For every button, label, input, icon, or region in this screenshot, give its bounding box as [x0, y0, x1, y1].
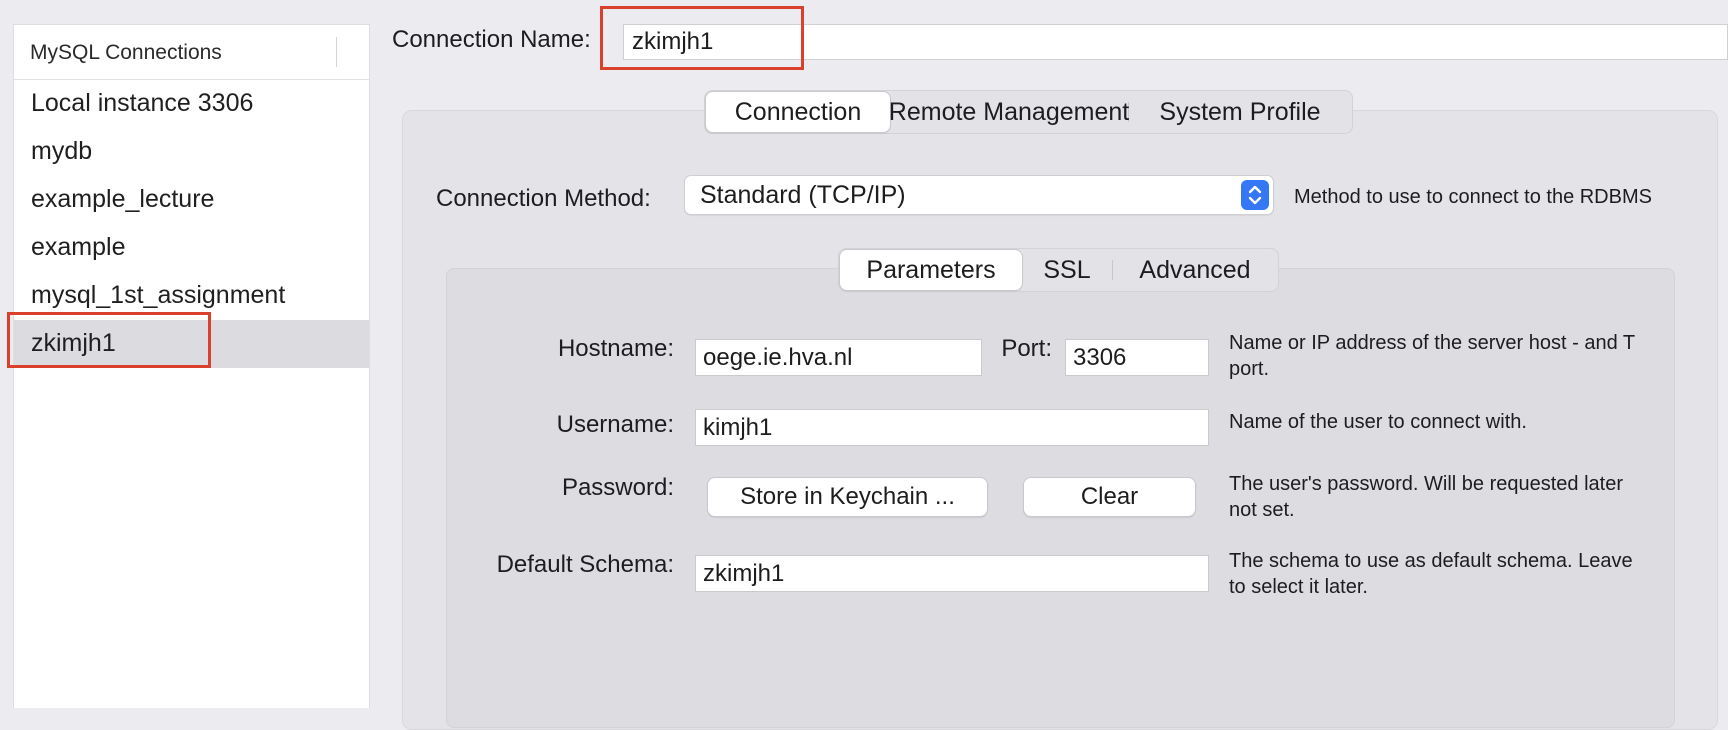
connection-name-input[interactable] — [623, 24, 1728, 60]
sidebar-header: MySQL Connections — [14, 25, 369, 80]
connection-name-label: Connection Name: — [392, 26, 591, 53]
connection-method-label: Connection Method: — [436, 185, 651, 212]
username-help: Name of the user to connect with. — [1229, 411, 1527, 433]
help-line: The user's password. Will be requested l… — [1229, 473, 1623, 495]
connection-item[interactable]: example_lecture — [14, 176, 369, 224]
connection-item[interactable]: Local instance 3306 — [14, 80, 369, 128]
clear-password-button[interactable]: Clear — [1023, 477, 1196, 517]
main-tabs: Connection Remote Management System Prof… — [704, 90, 1353, 134]
port-label: Port: — [1001, 335, 1052, 362]
tab-parameters[interactable]: Parameters — [840, 250, 1022, 290]
port-input[interactable] — [1065, 339, 1209, 376]
hostname-help: Name or IP address of the server host - … — [1229, 330, 1659, 382]
connection-item-selected[interactable]: zkimjh1 — [14, 320, 369, 368]
tab-ssl[interactable]: SSL — [1022, 250, 1112, 290]
connection-method-help: Method to use to connect to the RDBMS — [1294, 186, 1652, 208]
tab-connection[interactable]: Connection — [706, 92, 890, 132]
connection-item[interactable]: example — [14, 224, 369, 272]
username-input[interactable] — [695, 409, 1209, 446]
sub-tabs: Parameters SSL Advanced — [838, 248, 1279, 292]
sidebar-header-divider[interactable] — [336, 37, 337, 67]
connection-list: Local instance 3306 mydb example_lecture… — [14, 80, 369, 368]
default-schema-label: Default Schema: — [496, 551, 674, 578]
connection-item[interactable]: mysql_1st_assignment — [14, 272, 369, 320]
help-line: The schema to use as default schema. Lea… — [1229, 550, 1633, 572]
password-help: The user's password. Will be requested l… — [1229, 471, 1659, 523]
username-label: Username: — [556, 411, 674, 438]
default-schema-help: The schema to use as default schema. Lea… — [1229, 548, 1659, 600]
tab-advanced[interactable]: Advanced — [1113, 250, 1277, 290]
hostname-label: Hostname: — [557, 335, 674, 362]
help-line: Name or IP address of the server host - … — [1229, 332, 1636, 354]
help-line: to select it later. — [1229, 576, 1368, 598]
chevron-up-down-icon — [1241, 180, 1269, 210]
help-line: not set. — [1229, 499, 1295, 521]
connection-method-select[interactable]: Standard (TCP/IP) — [684, 175, 1274, 215]
help-line: port. — [1229, 358, 1270, 380]
sidebar-title: MySQL Connections — [30, 41, 222, 64]
connection-item[interactable]: mydb — [14, 128, 369, 176]
connections-sidebar: MySQL Connections Local instance 3306 my… — [13, 24, 370, 708]
tab-system-profile[interactable]: System Profile — [1129, 92, 1351, 132]
hostname-input[interactable] — [695, 339, 982, 376]
help-text-column: Name or IP address of the server host - … — [1229, 330, 1662, 610]
tab-remote-management[interactable]: Remote Management — [889, 92, 1129, 132]
default-schema-input[interactable] — [695, 555, 1209, 592]
connection-method-value: Standard (TCP/IP) — [700, 181, 906, 209]
store-in-keychain-button[interactable]: Store in Keychain ... — [707, 477, 988, 517]
password-label: Password: — [561, 474, 674, 501]
